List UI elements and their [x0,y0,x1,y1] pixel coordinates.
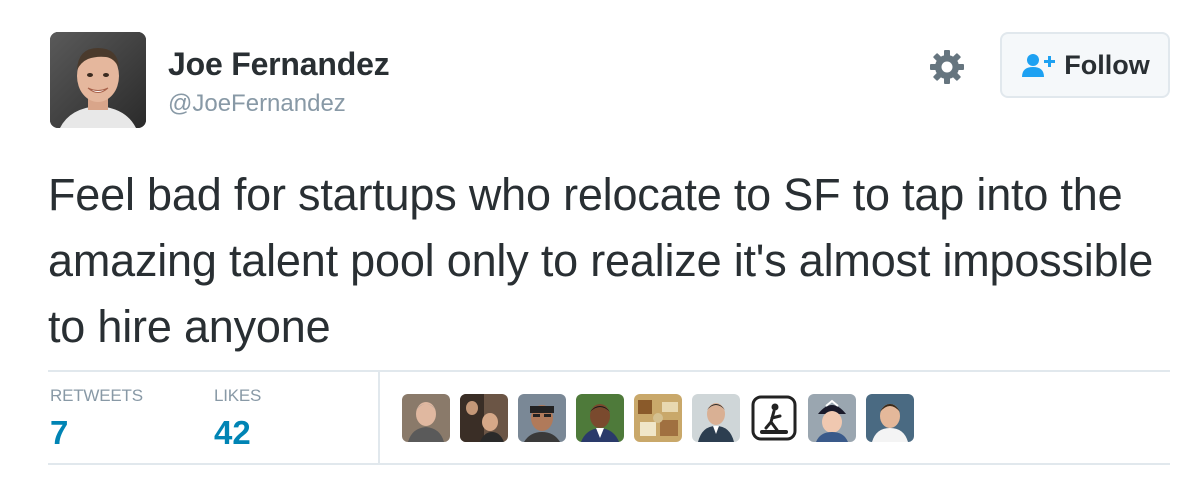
liker-avatar-2[interactable] [460,394,508,442]
follow-button-label: Follow [1064,49,1150,80]
likes-stat[interactable]: LIKES 42 [214,386,261,452]
user-handle[interactable]: @JoeFernandez [168,90,346,118]
divider [48,370,1170,372]
liker-avatar-3[interactable] [518,394,566,442]
profile-photo-icon [50,32,146,128]
user-avatar[interactable] [50,32,146,128]
likes-count: 42 [214,414,251,451]
liker-avatar-6[interactable] [692,394,740,442]
gear-icon [930,50,964,84]
divider [48,463,1170,465]
retweets-stat[interactable]: RETWEETS 7 [50,386,143,452]
tweet-card: Joe Fernandez @JoeFernandez Follow Feel … [0,0,1202,488]
settings-gear-button[interactable] [928,48,966,86]
tweet-text: Feel bad for startups who relocate to SF… [48,169,1154,352]
user-display-name[interactable]: Joe Fernandez [168,46,390,83]
liker-avatars [402,394,914,442]
liker-avatar-4[interactable] [576,394,624,442]
liker-avatar-7[interactable] [750,394,798,442]
liker-avatar-1[interactable] [402,394,450,442]
follow-button[interactable]: Follow [1000,32,1170,98]
retweets-label: RETWEETS [50,386,143,405]
stats-divider [378,372,380,463]
liker-avatar-8[interactable] [808,394,856,442]
likes-label: LIKES [214,386,262,405]
liker-avatar-5[interactable] [634,394,682,442]
retweets-count: 7 [50,414,69,451]
add-user-icon [1022,54,1056,77]
liker-avatar-9[interactable] [866,394,914,442]
